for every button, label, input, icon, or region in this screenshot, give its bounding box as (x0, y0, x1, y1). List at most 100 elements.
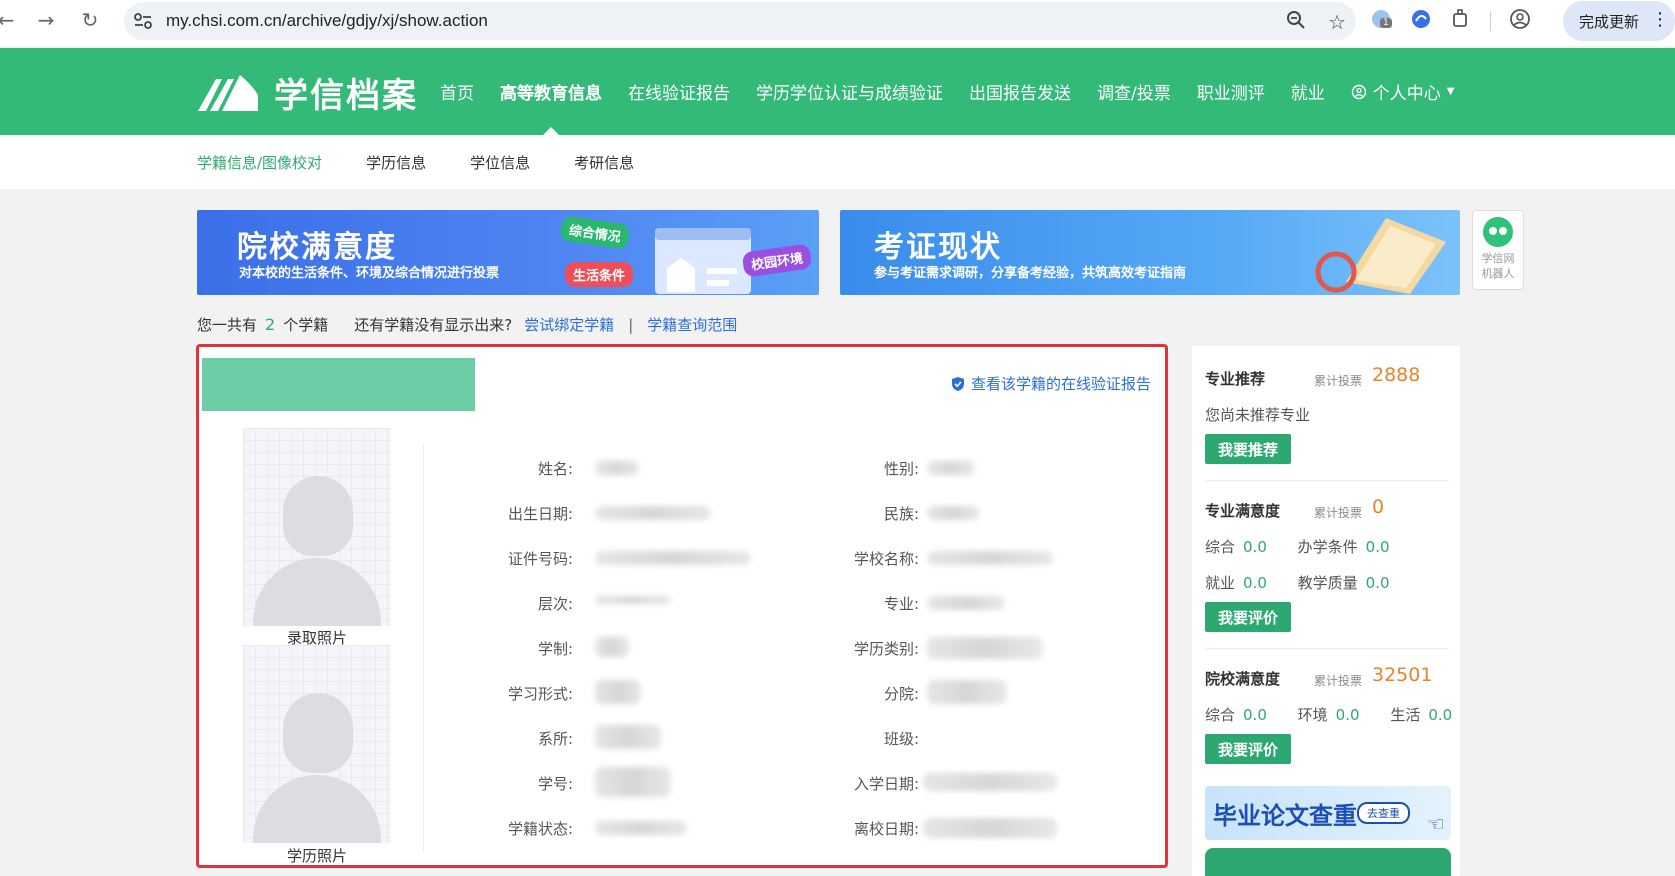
thesis-check-pill: 去查重 (1357, 802, 1410, 824)
back-icon[interactable]: ← (0, 0, 26, 40)
value-leave-date (923, 818, 1057, 838)
query-scope-link[interactable]: 学籍查询范围 (647, 314, 737, 335)
bookmark-star-icon[interactable]: ☆ (1328, 10, 1346, 34)
enrollment-count: 2 (265, 315, 276, 334)
major-recommend-votes-label: 累计投票 (1314, 374, 1363, 388)
nav-higher-education[interactable]: 高等教育信息 (500, 48, 602, 135)
value-school-name (927, 551, 1053, 565)
logo[interactable]: 学信档案 (196, 68, 418, 117)
field-birthdate: 出生日期: (507, 505, 573, 523)
edge-extension-icon[interactable] (1410, 8, 1432, 34)
site-info-icon[interactable] (128, 12, 158, 30)
tag-living: 生活条件 (565, 262, 634, 287)
school-sat-row: 综合 0.0 环境 0.0 生活 0.0 (1205, 706, 1453, 724)
verify-link-text: 查看该学籍的在线验证报告 (970, 375, 1151, 393)
school-satisfaction-votes-label: 累计投票 (1314, 674, 1363, 688)
chsi-robot-button[interactable]: 学信网 机器人 (1472, 210, 1524, 290)
nav-personal-center[interactable]: 个人中心 ▼ (1351, 48, 1454, 135)
summary-question: 还有学籍没有显示出来? (354, 316, 513, 334)
exam-cert-banner[interactable]: 考证现状 参与考证需求调研，分享备考经验，共筑高效考证指南 (840, 210, 1460, 295)
school-satisfaction-title: 院校满意度 (1205, 670, 1281, 688)
shield-check-icon (951, 376, 964, 391)
main-nav: 首页 高等教育信息 在线验证报告 学历学位认证与成绩验证 出国报告发送 调查/投… (440, 48, 1480, 135)
value-gender (927, 461, 975, 475)
card-divider (423, 443, 424, 853)
value-degree-type (927, 637, 1043, 659)
field-ethnicity: 民族: (883, 505, 919, 523)
tab-postgrad-exam[interactable]: 考研信息 (574, 152, 634, 173)
nav-survey[interactable]: 调查/投票 (1097, 48, 1171, 135)
value-name (595, 461, 639, 475)
robot-label-2: 机器人 (1481, 267, 1515, 280)
admission-photo (243, 428, 391, 626)
value-id-number (595, 551, 751, 565)
field-class: 班级: (883, 730, 919, 748)
reload-icon[interactable]: ↻ (70, 0, 110, 40)
online-verify-report-link[interactable]: 查看该学籍的在线验证报告 (951, 373, 1151, 394)
robot-icon (1483, 217, 1513, 247)
school-name-bar (202, 358, 475, 411)
logo-text: 学信档案 (274, 76, 418, 116)
tab-enrollment-info[interactable]: 学籍信息/图像校对 (197, 152, 322, 173)
field-department: 系所: (537, 730, 573, 748)
rate-school-button[interactable]: 我要评价 (1205, 734, 1292, 764)
degree-photo-label: 学历照片 (286, 847, 347, 865)
value-branch (927, 680, 1007, 704)
tab-degree-record[interactable]: 学历信息 (366, 152, 426, 173)
puzzle-icon[interactable] (1450, 8, 1472, 34)
robot-label-1: 学信网 (1481, 252, 1515, 265)
major-recommend-votes: 2888 (1372, 364, 1421, 386)
field-major: 专业: (883, 595, 919, 613)
value-birthdate (595, 506, 711, 520)
bind-enrollment-link[interactable]: 尝试绑定学籍 (524, 314, 614, 335)
summary-prefix: 您一共有 (197, 316, 258, 334)
forward-icon[interactable]: → (26, 0, 66, 40)
certificate-illustration (1315, 218, 1446, 294)
value-study-form (595, 680, 641, 704)
major-satisfaction-votes-label: 累计投票 (1314, 506, 1363, 520)
nav-online-report[interactable]: 在线验证报告 (628, 48, 730, 135)
rate-major-button[interactable]: 我要评价 (1205, 602, 1292, 632)
field-gender: 性别: (883, 460, 919, 478)
value-department (595, 725, 661, 749)
field-school-name: 学校名称: (853, 550, 919, 568)
degree-photo (243, 645, 391, 843)
major-sat-row2: 就业 0.0 教学质量 0.0 (1205, 574, 1390, 592)
update-label: 完成更新 (1579, 12, 1640, 31)
profile-icon[interactable] (1509, 8, 1531, 34)
value-enroll-date (923, 773, 1057, 791)
major-recommend-text: 您尚未推荐专业 (1205, 406, 1311, 424)
banner2-subtitle: 参与考证需求调研，分享备考经验，共筑高效考证指南 (874, 266, 1187, 281)
banner1-title: 院校满意度 (237, 230, 397, 265)
value-level (595, 596, 671, 604)
recommend-major-button[interactable]: 我要推荐 (1205, 434, 1292, 464)
logo-icon (198, 74, 258, 111)
school-satisfaction-banner[interactable]: 院校满意度 对本校的生活条件、环境及综合情况进行投票 综合情况 生活条件 校园环… (197, 210, 819, 295)
nav-career-test[interactable]: 职业测评 (1197, 48, 1265, 135)
personal-center-label: 个人中心 (1372, 84, 1441, 104)
field-study-form: 学习形式: (507, 685, 573, 703)
nav-employment[interactable]: 就业 (1291, 48, 1325, 135)
field-name: 姓名: (537, 460, 573, 478)
update-button[interactable]: 完成更新 ⋮ (1563, 1, 1675, 41)
major-recommend-title: 专业推荐 (1205, 370, 1266, 388)
thesis-check-ad[interactable]: 毕业论文查重 去查重 ☜ (1205, 786, 1451, 840)
extension-icon[interactable]: 1 (1370, 8, 1392, 34)
nav-abroad-report[interactable]: 出国报告发送 (969, 48, 1071, 135)
browser-toolbar: ← → ↻ my.chsi.com.cn/archive/gdjy/xj/sho… (0, 0, 1675, 46)
nav-certification[interactable]: 学历学位认证与成绩验证 (756, 48, 943, 135)
zoom-icon[interactable] (1286, 10, 1306, 34)
extension-badge: 1 (1380, 18, 1392, 28)
address-bar[interactable]: my.chsi.com.cn/archive/gdjy/xj/show.acti… (124, 2, 1356, 40)
tab-degree-info[interactable]: 学位信息 (470, 152, 530, 173)
value-duration (595, 637, 629, 657)
major-query-button[interactable] (1205, 848, 1451, 876)
nav-home[interactable]: 首页 (440, 48, 474, 135)
menu-dots-icon[interactable]: ⋮ (1651, 9, 1669, 30)
major-sat-row1: 综合 0.0 办学条件 0.0 (1205, 538, 1390, 556)
url-text[interactable]: my.chsi.com.cn/archive/gdjy/xj/show.acti… (166, 11, 488, 31)
school-satisfaction-votes: 32501 (1372, 664, 1433, 686)
side-panel: 专业推荐 累计投票 2888 您尚未推荐专业 我要推荐 专业满意度 累计投票 0… (1192, 346, 1460, 876)
banner2-title: 考证现状 (874, 230, 1002, 265)
enrollment-summary: 您一共有 2 个学籍 还有学籍没有显示出来? 尝试绑定学籍 | 学籍查询范围 (197, 314, 737, 335)
